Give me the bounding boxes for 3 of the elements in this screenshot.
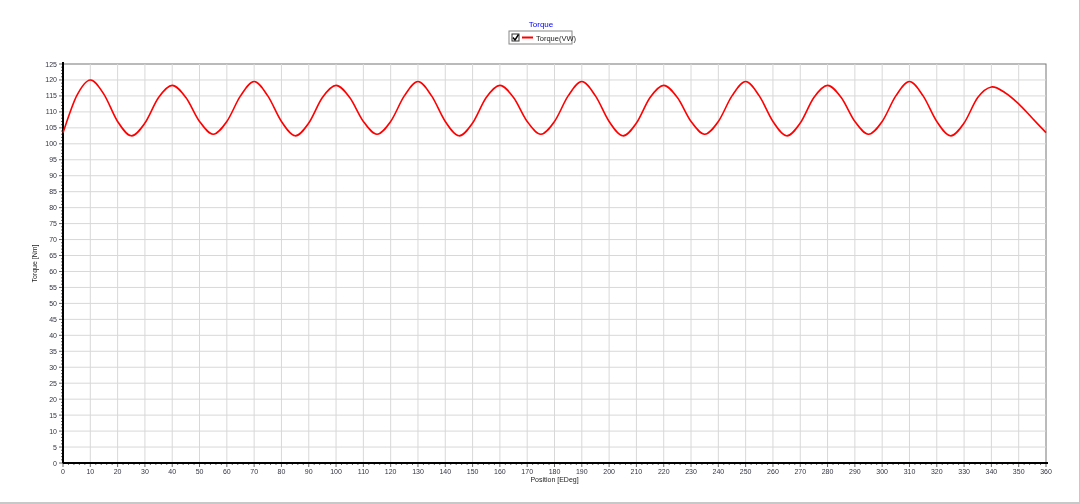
chart-title: Torque xyxy=(528,20,554,29)
legend-checkbox[interactable] xyxy=(511,33,520,42)
legend-line-swatch xyxy=(521,36,534,39)
